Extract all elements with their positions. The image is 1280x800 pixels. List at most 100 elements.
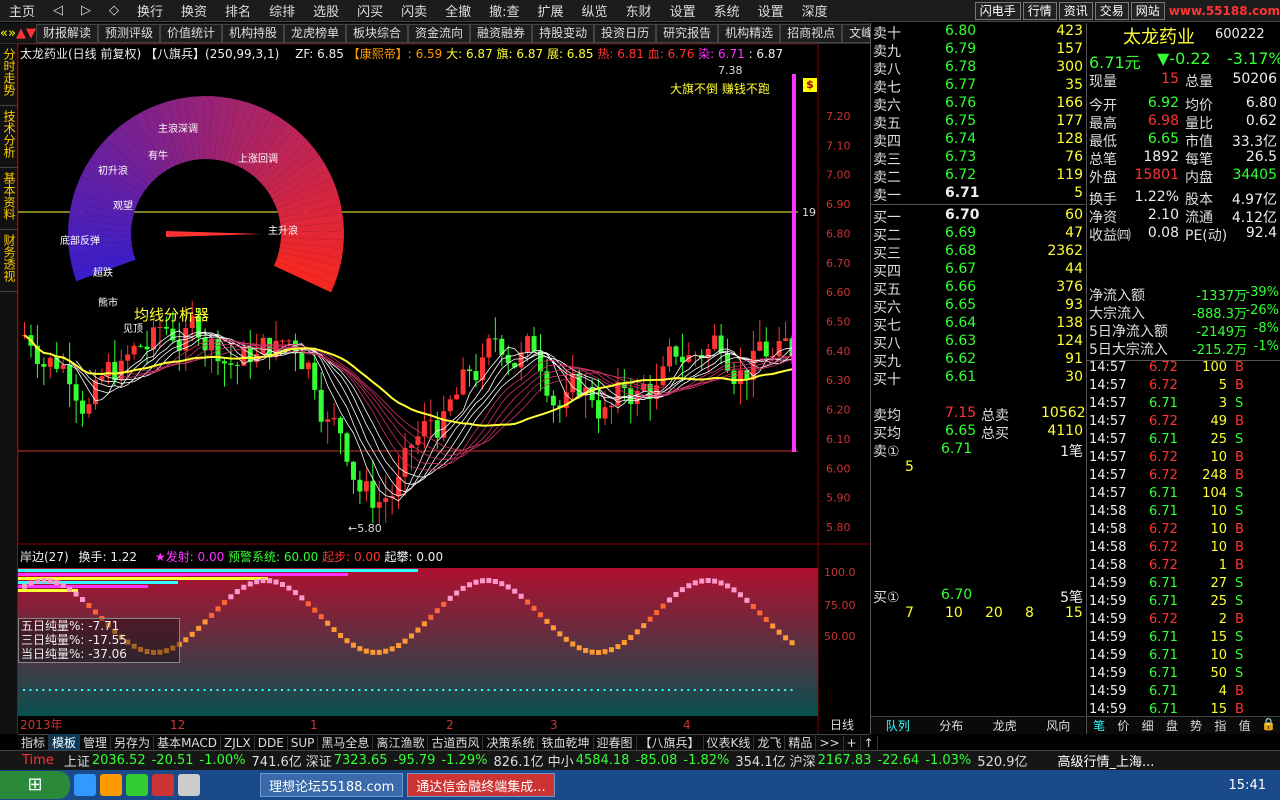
osc-mark (705, 578, 711, 584)
menu-item[interactable]: ▷ (72, 3, 100, 18)
indicator-tab[interactable]: 管理 (80, 734, 112, 751)
folder-icon[interactable] (100, 774, 122, 796)
menu-item[interactable]: 东财 (617, 1, 661, 20)
indicator-tab[interactable]: 另存为 (111, 734, 155, 751)
menu-item[interactable]: 主页 (0, 1, 44, 20)
nav-arrow-icon[interactable]: ▼ (26, 26, 36, 41)
bid-row: 买七 6.64 138 (873, 315, 1083, 334)
toolbar-button[interactable]: 龙虎榜单 (284, 23, 347, 43)
tick-tab[interactable]: 值 (1233, 717, 1257, 734)
quote-tab[interactable]: 分布 (925, 717, 979, 734)
ie-icon[interactable] (74, 774, 96, 796)
indicator-tab[interactable]: 模板 (49, 734, 81, 751)
task-forum[interactable]: 理想论坛55188.com (260, 773, 404, 797)
task-tdx[interactable]: 通达信金融终端集成... (407, 773, 555, 797)
indicator-tab[interactable]: 古道西风 (428, 734, 484, 751)
index-name[interactable]: 深证 (306, 751, 332, 770)
index-name[interactable]: 中小 (548, 751, 574, 770)
menu-right-button[interactable]: 交易 (1094, 1, 1129, 20)
toolbar-button[interactable]: 投资日历 (594, 23, 657, 43)
menu-right-button[interactable]: 资讯 (1058, 1, 1093, 20)
index-name[interactable]: 上证 (64, 751, 90, 770)
menu-item[interactable]: 排名 (216, 1, 260, 20)
tick-tab[interactable]: 势 (1184, 717, 1208, 734)
menu-right-button[interactable]: 行情 (1022, 1, 1057, 20)
candle-body (144, 346, 150, 350)
menu-item[interactable]: 扩展 (529, 1, 573, 20)
menu-item[interactable]: 选股 (304, 1, 348, 20)
indicator-tab[interactable]: >> (816, 735, 844, 750)
osc-mark (357, 646, 363, 652)
toolbar-button[interactable]: 价值统计 (159, 23, 222, 43)
left-tab[interactable]: 技术分析 (0, 106, 19, 168)
kline-chart[interactable]: 7.20 7.10 7.00 6.90 6.80 6.70 6.60 6.50 6.40 6.30… (18, 44, 870, 734)
quote-tab[interactable]: 队列 (871, 717, 925, 734)
toolbar-button[interactable]: 研究报告 (656, 23, 719, 43)
toolbar-button[interactable]: 机构持股 (221, 23, 284, 43)
toolbar-button[interactable]: 招商视点 (780, 23, 843, 43)
indicator-tab[interactable]: ↑ (861, 735, 878, 750)
indicator-tab[interactable]: SUP (288, 735, 319, 750)
indicator-tab[interactable]: 基本MACD (154, 734, 222, 751)
start-button[interactable]: ⊞ (0, 771, 70, 799)
menu-item[interactable]: 纵览 (573, 1, 617, 20)
toolbar-button[interactable]: 融资融券 (470, 23, 533, 43)
indicator-tab[interactable]: 【八旗兵】 (637, 734, 704, 751)
toolbar-button[interactable]: 财报解读 (35, 23, 98, 43)
menu-item[interactable]: 设置 (661, 1, 705, 20)
nav-arrow-icon[interactable]: » (8, 26, 16, 41)
desktop-icon[interactable] (178, 774, 200, 796)
nav-arrow-icon[interactable]: « (0, 26, 8, 41)
quote-tab[interactable]: 龙虎 (978, 717, 1032, 734)
media-icon[interactable] (152, 774, 174, 796)
menu-item[interactable]: 深度 (793, 1, 837, 20)
menu-item[interactable]: 综排 (260, 1, 304, 20)
menu-item[interactable]: 撤:查 (480, 1, 528, 20)
ad-ticker[interactable]: 高级行情_上海... (1058, 751, 1155, 770)
indicator-tab[interactable]: 决策系统 (483, 734, 539, 751)
indicator-tab[interactable]: 离江渔歌 (373, 734, 429, 751)
indicator-tab[interactable]: + (844, 735, 861, 750)
candle-body (41, 364, 47, 367)
baseline-dot (410, 689, 412, 691)
menu-item[interactable]: 设置 (749, 1, 793, 20)
menu-item[interactable]: 全撤 (436, 1, 480, 20)
indicator-tab[interactable]: 龙飞 (754, 734, 786, 751)
indicator-tab[interactable]: 迎春图 (594, 734, 637, 751)
indicator-tab[interactable]: 黑马全息 (318, 734, 374, 751)
tick-tab[interactable]: 指 (1208, 717, 1232, 734)
menu-item[interactable]: 闪卖 (392, 1, 436, 20)
indicator-tab[interactable]: 仪表K线 (704, 734, 755, 751)
tick-tab[interactable]: 笔 (1087, 717, 1111, 734)
menu-item[interactable]: 换行 (128, 1, 172, 20)
toolbar-button[interactable]: 机构精选 (718, 23, 781, 43)
toolbar-button[interactable]: 板块综合 (346, 23, 409, 43)
menu-right-button[interactable]: 闪电手 (974, 1, 1021, 20)
tick-tab[interactable]: 细 (1136, 717, 1160, 734)
menu-item[interactable]: 闪买 (348, 1, 392, 20)
tick-tab[interactable]: 盘 (1160, 717, 1184, 734)
indicator-tab[interactable]: DDE (255, 735, 288, 750)
menu-item[interactable]: ◁ (44, 3, 72, 18)
left-tab[interactable]: 分时走势 (0, 44, 19, 106)
left-tab[interactable]: 财务透视 (0, 230, 19, 292)
quote-tab[interactable]: 风向 (1032, 717, 1086, 734)
indicator-tab[interactable]: 精品 (785, 734, 817, 751)
left-tab[interactable]: 基本资料 (0, 168, 19, 230)
menu-item[interactable]: 换资 (172, 1, 216, 20)
menu-item[interactable]: 系统 (705, 1, 749, 20)
menu-right-button[interactable]: 网站 (1130, 1, 1165, 20)
menu-item[interactable]: ◇ (100, 3, 128, 18)
candle-body (138, 345, 144, 347)
indicator-tab[interactable]: 铁血乾坤 (538, 734, 594, 751)
indicator-tab[interactable]: 指标 (18, 734, 50, 751)
tick-tab[interactable]: 🔒 (1257, 717, 1280, 734)
toolbar-button[interactable]: 持股变动 (532, 23, 595, 43)
toolbar-button[interactable]: 预测评级 (97, 23, 160, 43)
toolbar-button[interactable]: 资金流向 (408, 23, 471, 43)
nav-arrow-icon[interactable]: ▲ (16, 26, 26, 41)
index-name[interactable]: 沪深 (790, 751, 816, 770)
tick-tab[interactable]: 价 (1111, 717, 1135, 734)
indicator-tab[interactable]: ZJLX (221, 735, 255, 750)
app-icon[interactable] (126, 774, 148, 796)
